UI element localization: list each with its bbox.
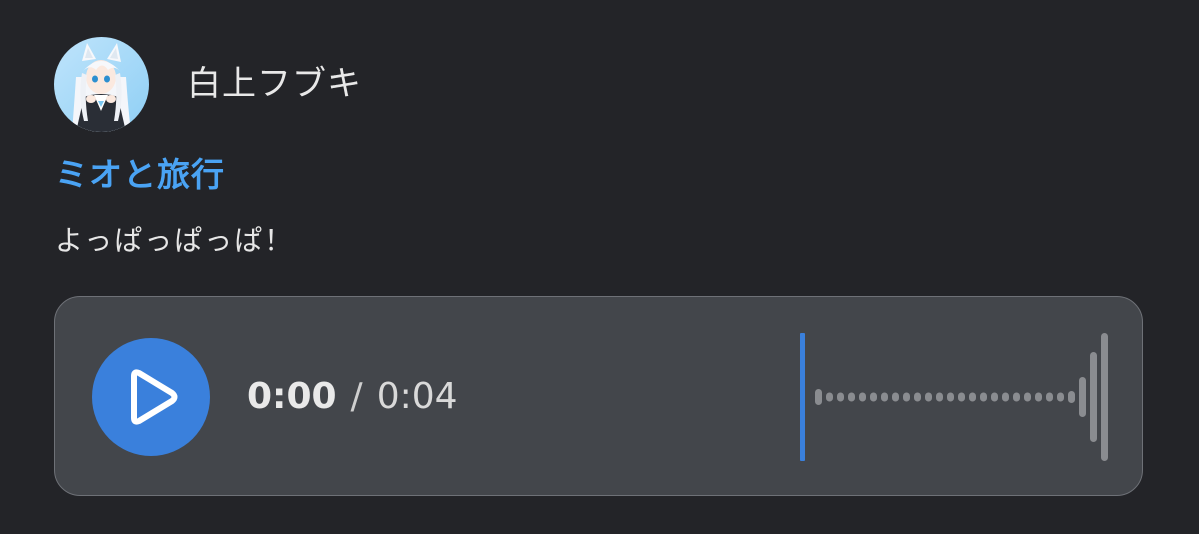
playhead[interactable]: [800, 333, 805, 461]
waveform-bar: [848, 392, 855, 402]
waveform-bar: [1090, 352, 1097, 442]
author-name[interactable]: 白上フブキ: [187, 62, 362, 106]
waveform-bar: [914, 392, 921, 402]
waveform-bar: [1057, 392, 1064, 402]
audio-player: 0:00 / 0:04: [54, 296, 1143, 496]
waveform-bar: [958, 392, 965, 402]
waveform-bar: [1035, 392, 1042, 402]
waveform-bar: [1024, 392, 1031, 402]
waveform-bar: [936, 392, 943, 402]
waveform-bar: [991, 392, 998, 402]
waveform-bar: [1046, 392, 1053, 402]
waveform-bar: [980, 392, 987, 402]
waveform-bar: [892, 392, 899, 402]
post-title-link[interactable]: ミオと旅行: [55, 153, 225, 197]
playback-time: 0:00 / 0:04: [247, 375, 458, 419]
waveform-bar: [1101, 333, 1108, 461]
time-separator: /: [350, 376, 363, 417]
waveform-bar: [947, 392, 954, 402]
waveform-scrubber[interactable]: [795, 327, 1115, 467]
waveform-bar: [1068, 391, 1075, 403]
post-body-text: よっぱっぱっぱ！: [55, 224, 295, 257]
waveform-bar: [969, 392, 976, 402]
waveform-bar: [826, 392, 833, 402]
waveform-bar: [903, 392, 910, 402]
current-time: 0:00: [247, 376, 337, 417]
waveform-bar: [1013, 392, 1020, 402]
avatar[interactable]: [54, 37, 149, 132]
waveform-bar: [1079, 377, 1086, 417]
waveform-bar: [815, 389, 822, 405]
waveform-bar: [870, 392, 877, 402]
play-button[interactable]: [92, 338, 210, 456]
total-time: 0:04: [376, 376, 458, 417]
waveform-bar: [859, 392, 866, 402]
avatar-image: [54, 37, 149, 132]
waveform-bar: [1002, 392, 1009, 402]
waveform-bar: [837, 392, 844, 402]
play-icon: [131, 369, 178, 425]
waveform-bar: [925, 392, 932, 402]
waveform-bar: [881, 392, 888, 402]
